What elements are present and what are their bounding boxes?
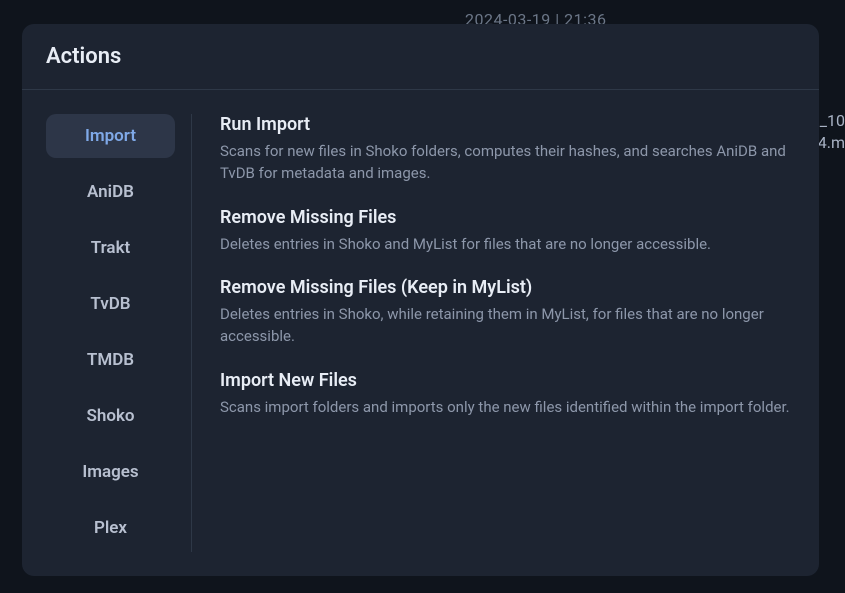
- sidebar-tab-plex[interactable]: Plex: [46, 506, 175, 550]
- sidebar-tab-trakt[interactable]: Trakt: [46, 226, 175, 270]
- sidebar-tab-shoko[interactable]: Shoko: [46, 394, 175, 438]
- sidebar-tab-anidb[interactable]: AniDB: [46, 170, 175, 214]
- action-run-import[interactable]: Run Import Scans for new files in Shoko …: [220, 114, 795, 185]
- modal-title: Actions: [46, 44, 795, 69]
- action-description: Scans import folders and imports only th…: [220, 397, 795, 419]
- sidebar-tab-tmdb[interactable]: TMDB: [46, 338, 175, 382]
- action-title: Remove Missing Files (Keep in MyList): [220, 277, 795, 298]
- action-title: Import New Files: [220, 370, 795, 391]
- action-title: Remove Missing Files: [220, 207, 795, 228]
- background-filename: _10 4.m: [818, 110, 845, 155]
- background-filename-line2: 4.m: [818, 133, 845, 152]
- action-description: Deletes entries in Shoko and MyList for …: [220, 234, 795, 256]
- modal-header: Actions: [22, 24, 819, 90]
- sidebar-tab-import[interactable]: Import: [46, 114, 175, 158]
- action-title: Run Import: [220, 114, 795, 135]
- sidebar-tab-tvdb[interactable]: TvDB: [46, 282, 175, 326]
- sidebar: Import AniDB Trakt TvDB TMDB Shoko Image…: [46, 114, 192, 552]
- action-remove-missing-files[interactable]: Remove Missing Files Deletes entries in …: [220, 207, 795, 256]
- action-remove-missing-files-keep-mylist[interactable]: Remove Missing Files (Keep in MyList) De…: [220, 277, 795, 348]
- background-filename-line1: _10: [820, 111, 845, 130]
- action-description: Scans for new files in Shoko folders, co…: [220, 141, 795, 185]
- actions-content: Run Import Scans for new files in Shoko …: [192, 114, 795, 552]
- actions-modal: Actions Import AniDB Trakt TvDB TMDB Sho…: [22, 24, 819, 576]
- action-description: Deletes entries in Shoko, while retainin…: [220, 304, 795, 348]
- sidebar-tab-images[interactable]: Images: [46, 450, 175, 494]
- action-import-new-files[interactable]: Import New Files Scans import folders an…: [220, 370, 795, 419]
- modal-body: Import AniDB Trakt TvDB TMDB Shoko Image…: [22, 90, 819, 576]
